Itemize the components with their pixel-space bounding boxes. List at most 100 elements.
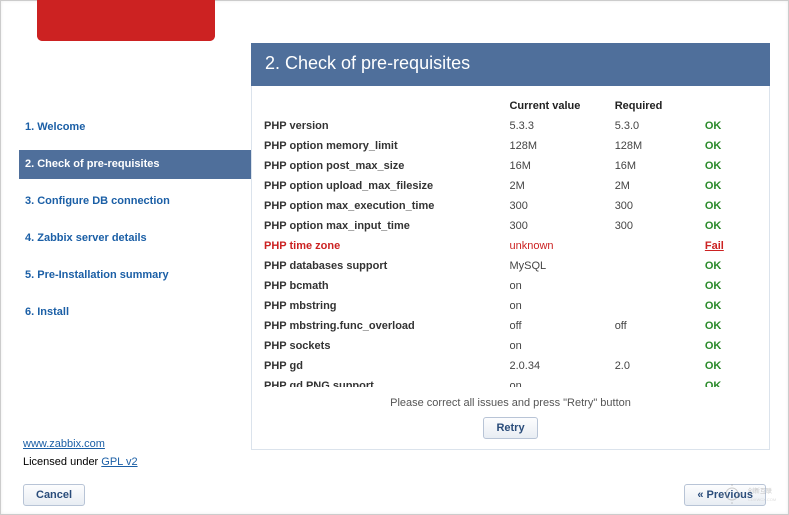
req-status: OK [699,256,759,276]
retry-button[interactable]: Retry [483,417,537,439]
req-name: PHP gd [258,356,503,376]
req-name: PHP bcmath [258,276,503,296]
svg-text:创新互联: 创新互联 [748,487,772,495]
table-row: PHP option memory_limit128M128MOK [258,136,759,156]
page-title: 2. Check of pre-requisites [251,43,770,86]
sidebar-item-db-connection[interactable]: 3. Configure DB connection [19,187,251,216]
sidebar-item-label: 5. Pre-Installation summary [25,269,169,281]
requirements-table: Current value Required PHP version5.3.35… [258,96,759,387]
table-row: PHP option post_max_size16M16MOK [258,156,759,176]
req-required: 300 [609,196,699,216]
req-value: 300 [503,196,608,216]
req-required [609,296,699,316]
req-name: PHP option post_max_size [258,156,503,176]
sidebar-item-label: 6. Install [25,306,69,318]
req-name: PHP option memory_limit [258,136,503,156]
req-name: PHP option max_input_time [258,216,503,236]
table-row: PHP mbstringon OK [258,296,759,316]
req-status: OK [699,316,759,336]
table-row: PHP gd2.0.342.0OK [258,356,759,376]
sidebar-item-install[interactable]: 6. Install [19,298,251,327]
table-row: PHP bcmathon OK [258,276,759,296]
req-required: 128M [609,136,699,156]
req-required [609,236,699,256]
table-row: PHP databases supportMySQLOK [258,256,759,276]
license-prefix: Licensed under [23,456,101,468]
req-value: 16M [503,156,608,176]
arrow-left-icon: « [697,489,703,501]
req-status: OK [699,336,759,356]
req-value: unknown [503,236,608,256]
site-link[interactable]: www.zabbix.com [23,438,105,450]
req-value: 2.0.34 [503,356,608,376]
req-required: 2.0 [609,356,699,376]
req-status: OK [699,116,759,136]
req-required [609,256,699,276]
req-required: off [609,316,699,336]
sidebar: 1. Welcome 2. Check of pre-requisites 3.… [19,13,251,450]
table-row: PHP version5.3.35.3.0OK [258,116,759,136]
req-value: 300 [503,216,608,236]
req-required [609,276,699,296]
sidebar-item-prerequisites[interactable]: 2. Check of pre-requisites [19,150,251,179]
table-row: PHP option max_input_time300300OK [258,216,759,236]
req-required: 2M [609,176,699,196]
req-required: 300 [609,216,699,236]
req-name: PHP gd PNG support [258,376,503,387]
req-name: PHP version [258,116,503,136]
req-status: OK [699,276,759,296]
sidebar-item-server-details[interactable]: 4. Zabbix server details [19,224,251,253]
req-value: on [503,276,608,296]
req-required: 5.3.0 [609,116,699,136]
req-status[interactable]: Fail [699,236,759,256]
sidebar-item-preinstall-summary[interactable]: 5. Pre-Installation summary [19,261,251,290]
sidebar-item-welcome[interactable]: 1. Welcome [19,113,251,142]
req-required: 16M [609,156,699,176]
col-required: Required [609,96,699,116]
req-status: OK [699,296,759,316]
req-name: PHP option max_execution_time [258,196,503,216]
req-value: on [503,376,608,387]
req-status: OK [699,376,759,387]
table-row: PHP socketson OK [258,336,759,356]
watermark-icon: 创新互联 CDXWCX.COM [718,480,782,508]
req-required [609,336,699,356]
req-name: PHP mbstring.func_overload [258,316,503,336]
req-status: OK [699,136,759,156]
req-status: OK [699,216,759,236]
col-current: Current value [503,96,608,116]
hint-text: Please correct all issues and press "Ret… [258,397,763,409]
table-row: PHP option upload_max_filesize2M2MOK [258,176,759,196]
sidebar-item-label: 2. Check of pre-requisites [25,158,160,170]
cancel-button[interactable]: Cancel [23,484,85,506]
sidebar-item-label: 3. Configure DB connection [25,195,170,207]
requirements-scroll[interactable]: Current value Required PHP version5.3.35… [258,96,763,387]
req-name: PHP time zone [258,236,503,256]
table-row: PHP mbstring.func_overloadoffoffOK [258,316,759,336]
ribbon-shape [37,0,215,43]
table-row: PHP option max_execution_time300300OK [258,196,759,216]
req-name: PHP sockets [258,336,503,356]
license-link[interactable]: GPL v2 [101,456,137,468]
req-status: OK [699,196,759,216]
req-value: 5.3.3 [503,116,608,136]
req-status: OK [699,156,759,176]
footer: www.zabbix.com Licensed under GPL v2 Can… [19,460,770,508]
req-name: PHP option upload_max_filesize [258,176,503,196]
req-value: 2M [503,176,608,196]
req-required [609,376,699,387]
req-value: on [503,296,608,316]
req-value: off [503,316,608,336]
req-name: PHP databases support [258,256,503,276]
req-status: OK [699,176,759,196]
sidebar-item-label: 4. Zabbix server details [25,232,147,244]
req-status: OK [699,356,759,376]
svg-text:CDXWCX.COM: CDXWCX.COM [748,497,776,502]
req-name: PHP mbstring [258,296,503,316]
req-value: 128M [503,136,608,156]
logo-ribbon: ZABBIX [37,1,215,41]
req-value: on [503,336,608,356]
table-row: PHP time zoneunknown Fail [258,236,759,256]
sidebar-item-label: 1. Welcome [25,121,85,133]
table-row: PHP gd PNG supporton OK [258,376,759,387]
